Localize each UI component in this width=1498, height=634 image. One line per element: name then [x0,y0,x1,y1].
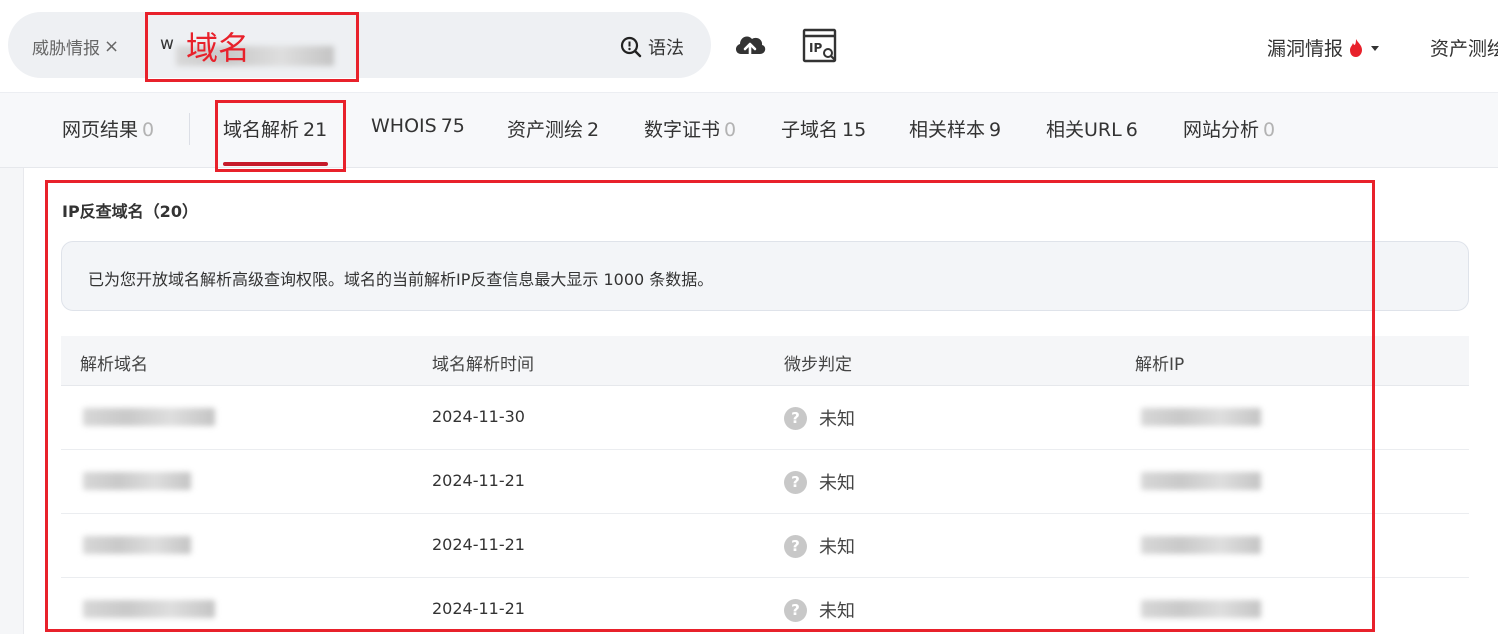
verdict-label: 未知 [819,473,855,494]
tab-whois[interactable]: WHOIS 75 [371,115,465,137]
table-header: 解析域名 域名解析时间 微步判定 解析IP [61,336,1469,386]
tab-label: 网站分析 [1183,119,1260,141]
tab-count: 9 [989,119,1002,141]
tab-count: 2 [587,119,600,141]
search-icon [620,36,642,58]
table-row[interactable]: 2024-11-21 ? 未知 [61,450,1469,514]
vulnerability-intel-menu[interactable]: 漏洞情报 [1267,34,1381,61]
tab-site-analysis[interactable]: 网站分析 0 [1183,115,1275,142]
chevron-down-icon [1371,45,1380,51]
tab-domain-resolution[interactable]: 域名解析 21 [223,115,327,142]
redacted-domain[interactable] [83,472,191,490]
tab-label: 相关URL [1046,119,1122,141]
tab-label: 域名解析 [223,119,300,141]
verdict-label: 未知 [819,537,855,558]
redacted-domain[interactable] [83,536,191,554]
close-icon[interactable]: × [104,36,119,57]
tab-web-results[interactable]: 网页结果 0 [62,115,154,142]
tab-asset-mapping[interactable]: 资产测绘 2 [507,115,599,142]
notice-text: 已为您开放域名解析高级查询权限。域名的当前解析IP反查信息最大显示 1000 条… [88,270,714,289]
cloud-upload-icon[interactable] [733,30,767,62]
column-header-ip: 解析IP [1135,355,1185,375]
verdict: ? 未知 [784,533,855,559]
table-row[interactable]: 2024-11-21 ? 未知 [61,514,1469,578]
tab-certificates[interactable]: 数字证书 0 [644,115,736,142]
tab-count: 0 [142,119,155,141]
vulnerability-intel-label: 漏洞情报 [1267,38,1344,60]
search-filter-tag-label: 威胁情报 [32,39,100,59]
syntax-label: 语法 [648,38,684,59]
verdict-label: 未知 [819,409,855,430]
column-header-domain: 解析域名 [80,355,148,375]
resolution-time: 2024-11-30 [432,407,525,426]
ip-lookup-icon[interactable]: IP [802,28,838,64]
fire-icon [1350,38,1363,57]
tab-related-urls[interactable]: 相关URL 6 [1046,115,1138,142]
column-header-time: 域名解析时间 [432,355,534,375]
redacted-domain[interactable] [83,408,215,426]
redacted-ip[interactable] [1141,408,1261,426]
section-title: IP反查域名（20） [62,202,198,221]
resolution-time: 2024-11-21 [432,471,525,490]
tab-related-samples[interactable]: 相关样本 9 [909,115,1001,142]
search-filter-tag[interactable]: 威胁情报 × [32,34,119,59]
tab-count: 0 [1263,119,1276,141]
verdict-label: 未知 [819,601,855,622]
tab-count: 21 [303,119,328,141]
left-rail [0,168,24,634]
notice-banner: 已为您开放域名解析高级查询权限。域名的当前解析IP反查信息最大显示 1000 条… [61,241,1469,311]
search-box[interactable]: 威胁情报 × w 语法 [8,12,711,78]
resolution-time: 2024-11-21 [432,599,525,618]
question-icon: ? [784,406,807,430]
tab-label: 相关样本 [909,119,986,141]
svg-text:IP: IP [809,41,822,55]
asset-mapping-menu[interactable]: 资产测绘 [1430,34,1498,61]
search-input[interactable]: w [160,34,174,54]
syntax-button[interactable]: 语法 [620,34,684,60]
question-icon: ? [784,598,807,622]
tab-label: 子域名 [781,119,839,141]
question-icon: ? [784,470,807,494]
tab-label: 资产测绘 [507,119,584,141]
tab-label: 网页结果 [62,119,139,141]
annotation-label-domain: 域名 [186,29,251,67]
redacted-ip[interactable] [1141,600,1261,618]
resolution-time: 2024-11-21 [432,535,525,554]
tab-label: 数字证书 [644,119,721,141]
tab-divider [189,113,190,145]
table-row[interactable]: 2024-11-30 ? 未知 [61,386,1469,450]
column-header-verdict: 微步判定 [784,355,852,375]
redacted-domain[interactable] [83,600,215,618]
redacted-ip[interactable] [1141,536,1261,554]
tab-count: 75 [440,115,465,137]
result-tabs: 网页结果 0 域名解析 21 WHOIS 75 资产测绘 2 数字证书 0 子域名 15 相… [0,92,1498,168]
table-row[interactable]: 2024-11-21 ? 未知 [61,578,1469,634]
tab-label: WHOIS [371,115,437,137]
tab-count: 6 [1125,119,1138,141]
redacted-ip[interactable] [1141,472,1261,490]
verdict: ? 未知 [784,469,855,495]
tab-subdomains[interactable]: 子域名 15 [781,115,866,142]
tab-count: 0 [724,119,737,141]
verdict: ? 未知 [784,405,855,431]
active-tab-indicator [223,162,328,166]
tab-count: 15 [842,119,867,141]
question-icon: ? [784,534,807,558]
verdict: ? 未知 [784,597,855,623]
